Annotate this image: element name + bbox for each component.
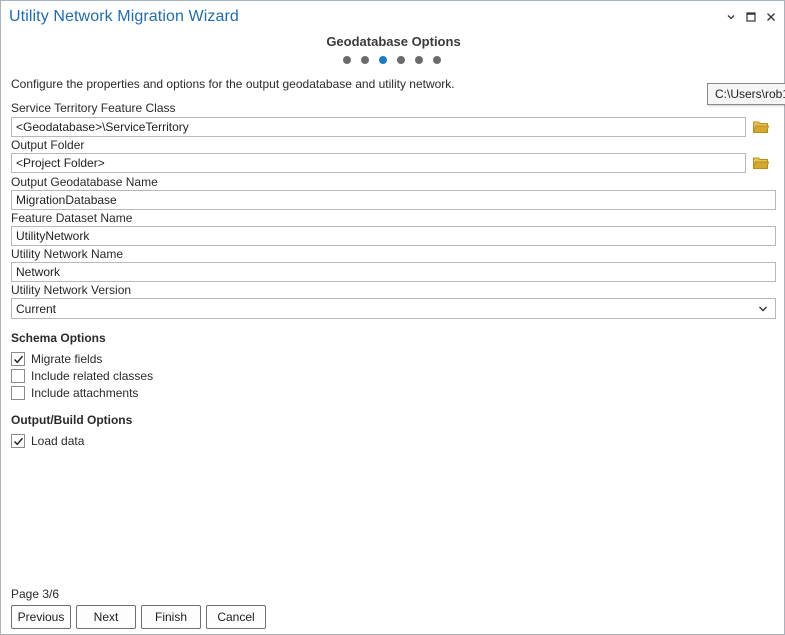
step-dot-2 [361, 56, 369, 64]
intro-text: Configure the properties and options for… [11, 77, 455, 91]
finish-button[interactable]: Finish [141, 605, 201, 629]
service-territory-input[interactable]: <Geodatabase>\ServiceTerritory [11, 117, 746, 137]
network-version-value: Current [16, 302, 57, 316]
include-attachments-label: Include attachments [31, 386, 139, 400]
step-dot-3-active [379, 56, 387, 64]
load-data-label: Load data [31, 434, 85, 448]
network-name-label: Utility Network Name [11, 247, 124, 261]
checkmark-icon [13, 355, 23, 363]
page-indicator: Page 3/6 [11, 587, 60, 601]
output-folder-input[interactable]: <Project Folder> [11, 153, 746, 173]
service-territory-label: Service Territory Feature Class [11, 101, 176, 115]
include-related-classes-option[interactable]: Include related classes [11, 369, 153, 383]
step-title: Geodatabase Options [326, 34, 461, 49]
window-title: Utility Network Migration Wizard [9, 8, 239, 25]
step-dot-1 [343, 56, 351, 64]
cancel-button[interactable]: Cancel [206, 605, 266, 629]
migrate-fields-option[interactable]: Migrate fields [11, 352, 102, 366]
include-related-classes-label: Include related classes [31, 369, 154, 383]
chevron-down-icon [759, 306, 767, 312]
gdb-name-input[interactable]: MigrationDatabase [11, 190, 776, 210]
include-attachments-option[interactable]: Include attachments [11, 386, 138, 400]
next-button[interactable]: Next [76, 605, 136, 629]
output-build-options-heading: Output/Build Options [11, 413, 133, 427]
maximize-icon[interactable] [744, 9, 758, 25]
network-name-input[interactable]: Network [11, 262, 776, 282]
gdb-name-label: Output Geodatabase Name [11, 175, 158, 189]
dataset-name-input[interactable]: UtilityNetwork [11, 226, 776, 246]
include-attachments-checkbox[interactable] [11, 386, 25, 400]
window-controls [724, 9, 778, 25]
previous-button[interactable]: Previous [11, 605, 71, 629]
close-icon[interactable] [764, 9, 778, 25]
load-data-checkbox[interactable] [11, 434, 25, 448]
output-folder-label: Output Folder [11, 138, 85, 152]
checkmark-icon [13, 437, 23, 445]
folder-icon[interactable] [753, 120, 769, 134]
wizard-window: Utility Network Migration Wizard Geodata… [0, 0, 785, 635]
step-progress-dots [343, 56, 441, 64]
dataset-name-label: Feature Dataset Name [11, 211, 133, 225]
network-version-label: Utility Network Version [11, 283, 132, 297]
schema-options-heading: Schema Options [11, 331, 106, 345]
folder-icon[interactable] [753, 156, 769, 170]
step-dot-5 [415, 56, 423, 64]
path-tooltip: C:\Users\rob1 [707, 83, 785, 105]
load-data-option[interactable]: Load data [11, 434, 84, 448]
step-dot-4 [397, 56, 405, 64]
include-related-classes-checkbox[interactable] [11, 369, 25, 383]
step-dot-6 [433, 56, 441, 64]
migrate-fields-checkbox[interactable] [11, 352, 25, 366]
chevron-down-icon[interactable] [724, 9, 738, 25]
migrate-fields-label: Migrate fields [31, 352, 103, 366]
network-version-select[interactable]: Current [11, 298, 776, 319]
